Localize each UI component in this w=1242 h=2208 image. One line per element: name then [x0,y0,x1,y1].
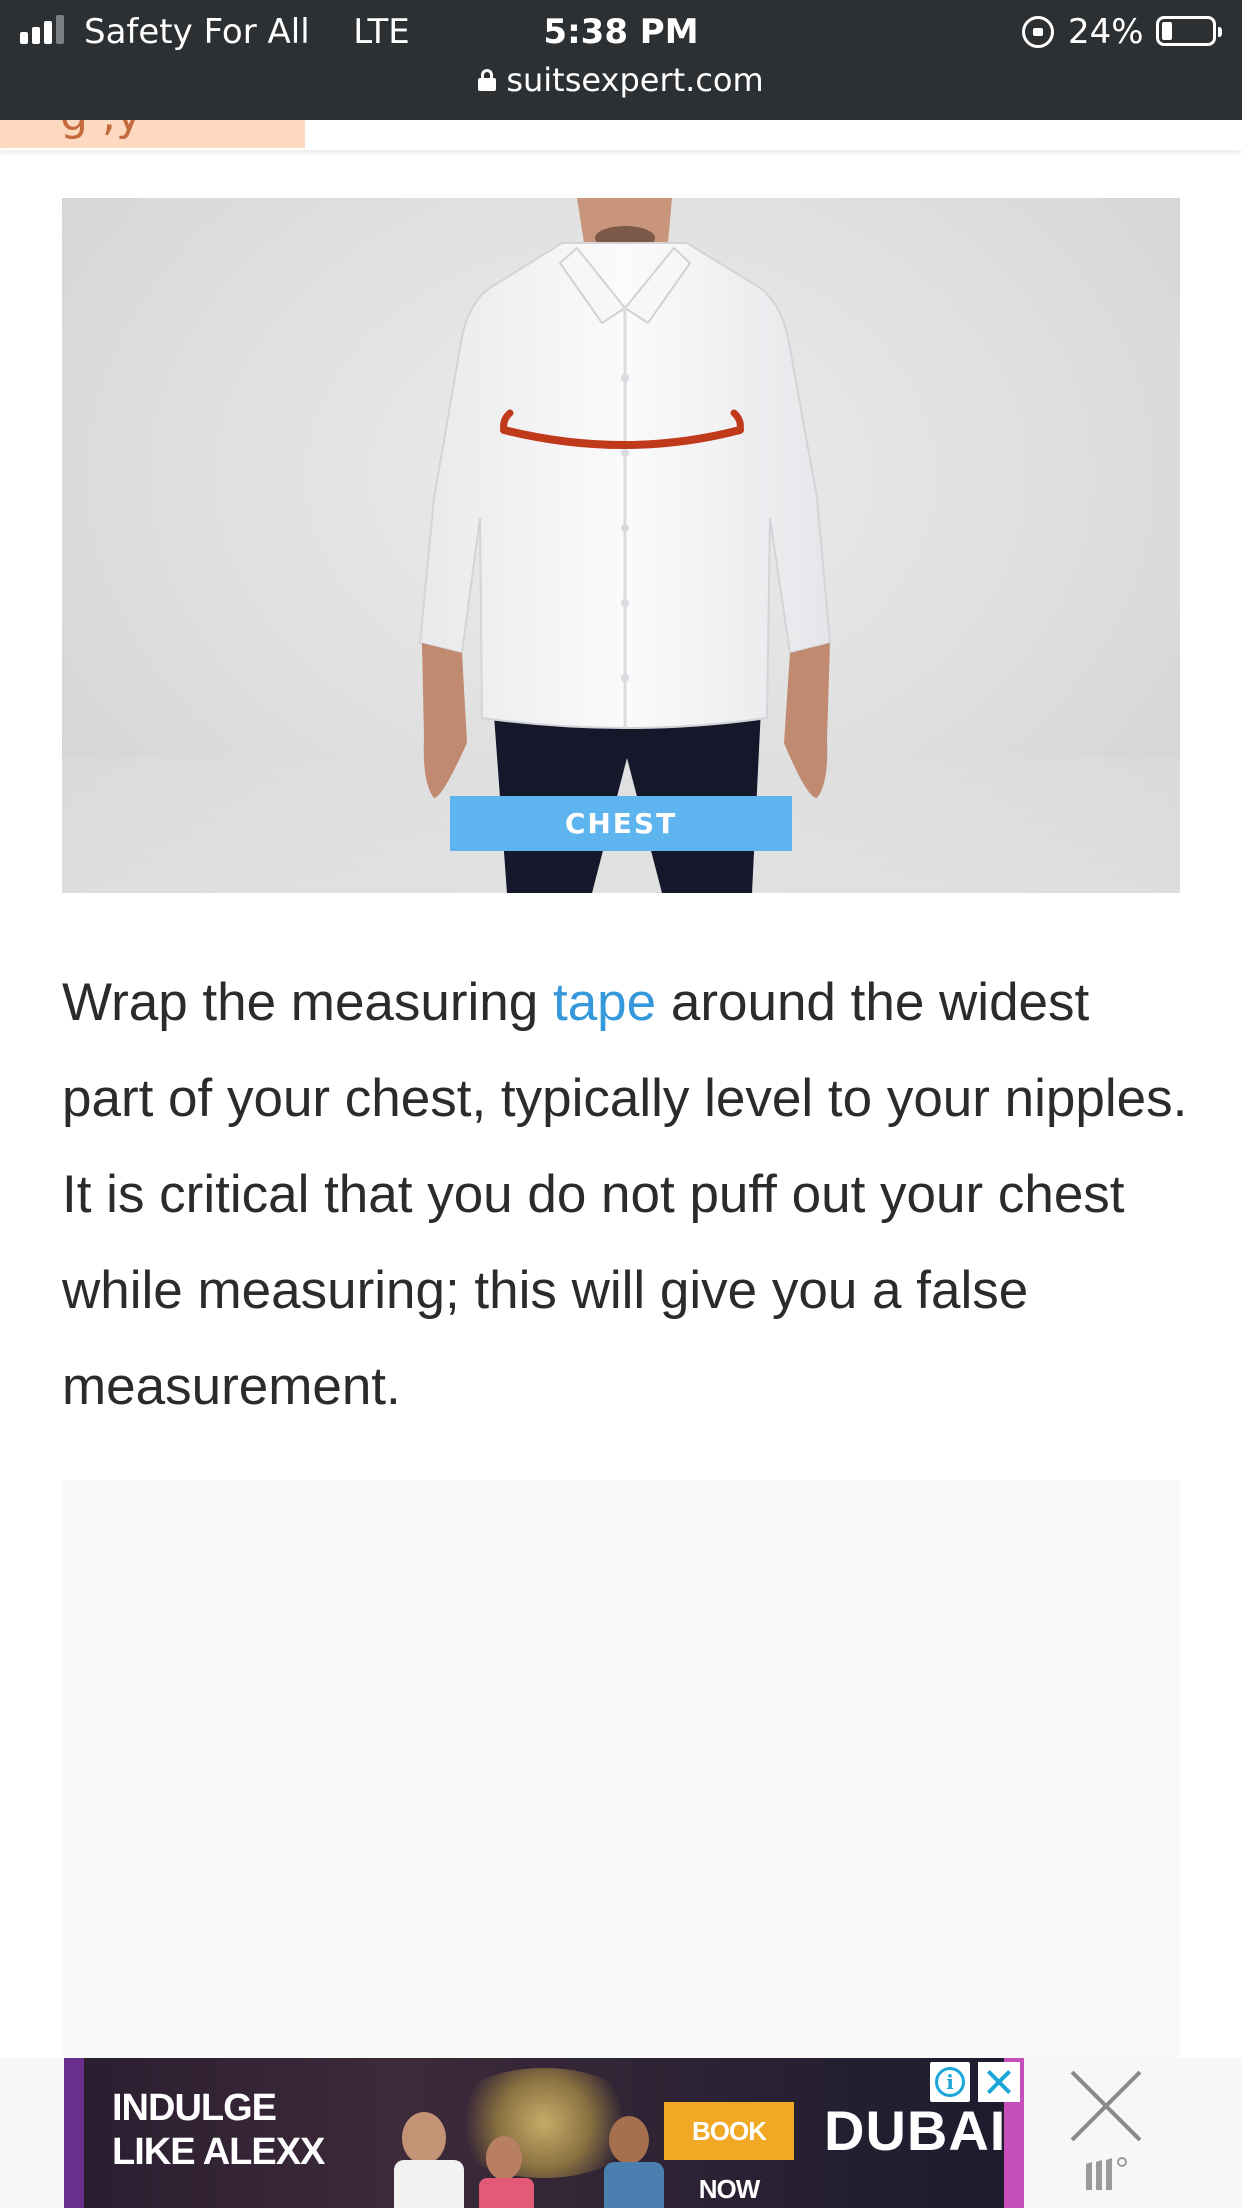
banner-stripe-left [64,2058,84,2208]
ad-brand-logo: DUBAI [824,2099,1007,2162]
ad-vendor-logo-icon [1086,2157,1127,2190]
tape-link[interactable]: tape [553,973,656,1032]
status-bar: Safety For All LTE 5:38 PM 24% suitsexpe… [0,0,1242,120]
rotation-lock-icon [1022,16,1054,48]
ad-banner[interactable]: INDULGE LIKE ALEXX BOOK NOW DUBAI [64,2058,1024,2208]
chest-measurement-image: CHEST [62,198,1180,893]
lock-icon [478,69,497,91]
paragraph-text-start: Wrap the measuring [62,973,553,1032]
battery-percent: 24% [1068,12,1144,52]
dismiss-ad-close-icon[interactable] [1066,2066,1146,2146]
book-now-button[interactable]: BOOK NOW [664,2102,794,2204]
ad-placeholder [62,1480,1180,2080]
url-text: suitsexpert.com [506,61,764,99]
adchoices-info-icon[interactable]: i [930,2062,970,2102]
nav-tab[interactable]: g ,y [0,120,305,148]
chest-label: CHEST [450,796,792,851]
model-illustration [62,198,1180,893]
nav-tab-text-clipped: g ,y [60,120,142,138]
measurement-instructions: Wrap the measuring tape around the wides… [62,955,1192,1435]
ad-close-icon[interactable] [978,2062,1020,2102]
address-bar[interactable]: suitsexpert.com [0,58,1242,102]
battery-icon [1156,16,1222,46]
clock: 5:38 PM [543,12,699,52]
info-glyph: i [935,2067,965,2097]
banner-people-image [394,2112,664,2208]
ad-headline: INDULGE LIKE ALEXX [112,2087,325,2173]
paragraph-text-end: around the widest part of your chest, ty… [62,973,1188,1416]
